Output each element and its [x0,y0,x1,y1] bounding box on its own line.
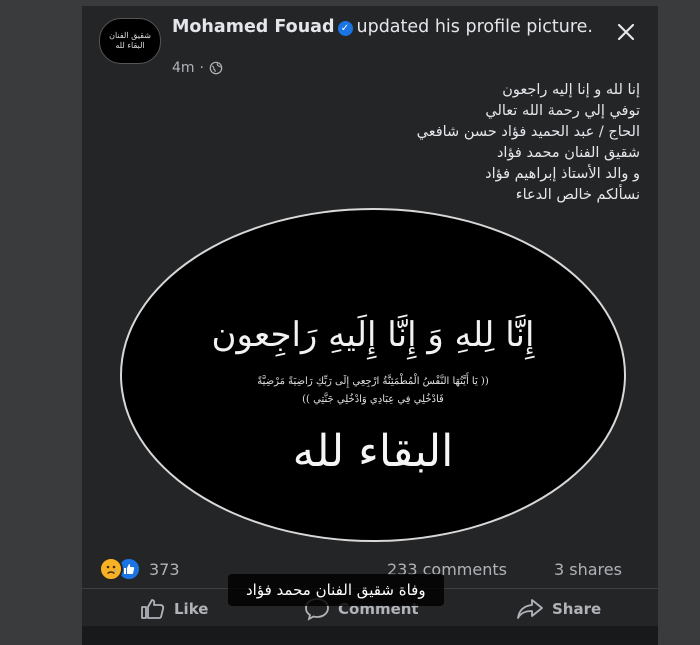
like-icon [141,599,165,619]
left-margin [0,0,82,645]
like-button[interactable]: Like [140,595,208,623]
post-title-line: Mohamed Fouad ✓ updated his profile pictur… [172,16,602,38]
verse-small-text: (( يَا أَيَّتُهَا النَّفْسُ الْمُطْمَئِن… [257,376,489,387]
caption-line: توفي إلي رحمة الله تعالي [485,103,640,119]
share-button[interactable]: Share [516,595,601,623]
like-label: Like [174,600,209,618]
avatar[interactable]: شقيق الفنان البقاء لله [99,18,161,64]
author-name[interactable]: Mohamed Fouad [172,17,335,37]
caption-line: إنا لله و إنا إليه راجعون [502,82,640,98]
avatar-text: شقيق الفنان البقاء لله [109,31,151,50]
facebook-post: شقيق الفنان البقاء لله Mohamed Fouad ✓ upd… [82,6,658,626]
share-icon [517,599,543,619]
share-label: Share [552,600,602,618]
action-text: updated his profile picture. [356,17,594,37]
verse-main-text: إِنَّا لِلهِ وَ إِنَّا إِلَيهِ رَاجِعون [211,315,535,355]
meta-separator: · [199,60,204,76]
sad-reaction-icon [99,557,123,581]
caption-line: و والد الأستاذ إبراهيم فؤاد [485,166,640,182]
right-margin [658,0,700,645]
post-header: شقيق الفنان البقاء لله Mohamed Fouad ✓ upd… [82,6,658,78]
next-post-edge [82,626,658,645]
baqaa-text: البقاء لله [292,426,454,477]
condolence-image: إِنَّا لِلهِ وَ إِنَّا إِلَيهِ رَاجِعون … [120,208,626,542]
close-icon [617,23,635,41]
shares-count[interactable]: 3 shares [554,560,622,579]
profile-picture-photo[interactable]: إِنَّا لِلهِ وَ إِنَّا إِلَيهِ رَاجِعون … [82,206,658,546]
reaction-count: 373 [149,559,180,579]
caption-line: نسألكم خالص الدعاء [515,187,640,203]
post-caption: إنا لله و إنا إليه راجعون توفي إلي رحمة … [220,80,640,206]
post-time[interactable]: 4m [172,60,195,76]
post-meta: 4m · [172,60,223,76]
reactions-summary[interactable]: 373 [99,557,180,581]
video-subtitle-overlay: وفاة شقيق الفنان محمد فؤاد [228,574,444,606]
verse-small-text: فَادْخُلِي فِي عِبَادِي وَادْخُلِي جَنَّ… [302,394,444,405]
verified-badge-icon: ✓ [337,21,353,36]
close-button[interactable] [612,18,640,46]
caption-line: الحاج / عبد الحميد فؤاد حسن شافعي [416,124,640,140]
globe-icon[interactable] [209,61,223,75]
caption-line: شقيق الفنان محمد فؤاد [496,145,640,161]
